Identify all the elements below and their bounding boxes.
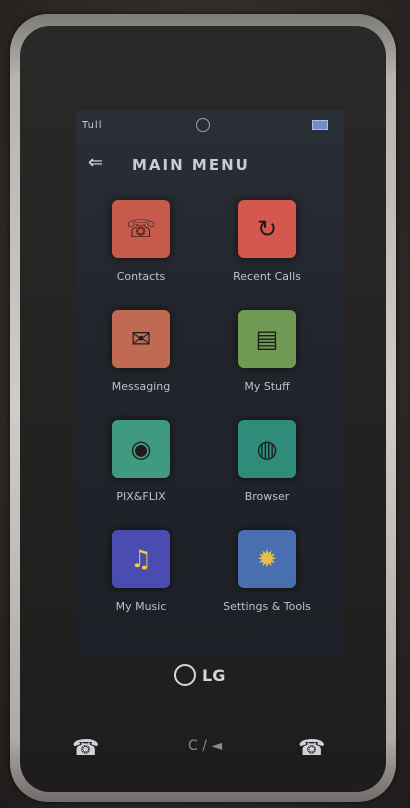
phone-screen: Tull ⇐ MAIN MENU ☏ Contacts ↻ Recent Cal… (76, 110, 344, 656)
menu-item-label: Settings & Tools (223, 600, 311, 613)
menu-header: ⇐ MAIN MENU (76, 150, 344, 180)
menu-item-my-stuff[interactable]: ▤ My Stuff (208, 310, 318, 420)
menu-item-pix-flix[interactable]: ◉ PIX&FLIX (82, 420, 192, 530)
menu-item-label: Browser (244, 490, 290, 503)
menu-grid: ☏ Contacts ↻ Recent Calls ✉ Messaging ▤ (76, 200, 344, 640)
brand-logo: LG (174, 664, 225, 686)
media-icon: ◉ (112, 420, 170, 478)
call-key-icon[interactable]: ☎ (72, 736, 99, 761)
contacts-icon: ☏ (112, 200, 170, 258)
envelope-icon: ✉ (112, 310, 170, 368)
menu-item-browser[interactable]: ◍ Browser (208, 420, 318, 530)
menu-item-label: Recent Calls (233, 270, 301, 283)
my-stuff-icon: ▤ (238, 310, 296, 368)
menu-item-label: PIX&FLIX (116, 490, 166, 503)
clear-key[interactable]: C / ◄ (188, 738, 222, 754)
menu-item-my-music[interactable]: ♫ My Music (82, 530, 192, 640)
settings-icon: ✹ (238, 530, 296, 588)
photo-background: Tull ⇐ MAIN MENU ☏ Contacts ↻ Recent Cal… (0, 0, 410, 808)
signal-indicator: Tull (82, 120, 103, 131)
end-call-key-icon[interactable]: ☎ (298, 736, 325, 761)
menu-item-label: Contacts (116, 270, 166, 283)
recent-calls-icon: ↻ (238, 200, 296, 258)
globe-icon: ◍ (238, 420, 296, 478)
menu-item-recent-calls[interactable]: ↻ Recent Calls (208, 200, 318, 310)
status-bar: Tull (76, 110, 344, 138)
battery-icon (312, 120, 328, 130)
page-title: MAIN MENU (132, 156, 250, 174)
back-arrow-icon[interactable]: ⇐ (88, 152, 103, 173)
menu-item-label: My Stuff (244, 380, 290, 393)
status-icon (196, 118, 210, 132)
menu-item-contacts[interactable]: ☏ Contacts (82, 200, 192, 310)
menu-item-messaging[interactable]: ✉ Messaging (82, 310, 192, 420)
menu-item-settings-tools[interactable]: ✹ Settings & Tools (208, 530, 318, 640)
menu-item-label: Messaging (111, 380, 171, 393)
menu-item-label: My Music (115, 600, 167, 613)
lg-logo-icon (174, 664, 196, 686)
music-note-icon: ♫ (112, 530, 170, 588)
brand-text: LG (202, 665, 226, 685)
